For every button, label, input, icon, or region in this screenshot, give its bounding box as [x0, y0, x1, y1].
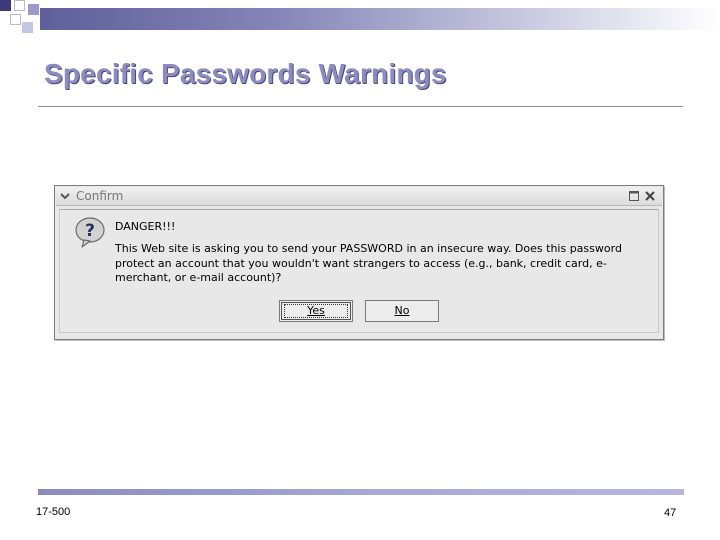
header-gradient-band	[40, 8, 720, 30]
dialog-titlebar[interactable]: Confirm	[56, 187, 662, 206]
course-number: 17-500	[36, 506, 71, 518]
slide-title: Specific Passwords Warnings	[44, 58, 447, 89]
deco-square	[10, 14, 21, 25]
chevron-down-icon[interactable]	[59, 190, 71, 202]
yes-button[interactable]: Yes	[279, 300, 353, 322]
no-button[interactable]: No	[365, 300, 439, 322]
page-number: 47	[664, 507, 677, 519]
svg-text:?: ?	[85, 221, 95, 241]
deco-square	[22, 22, 33, 33]
focus-ring	[284, 304, 348, 318]
close-icon[interactable]	[644, 190, 656, 202]
deco-square	[14, 0, 25, 11]
deco-square	[0, 0, 11, 11]
dialog-title: Confirm	[76, 189, 124, 203]
title-divider	[38, 106, 683, 107]
footer-bar	[38, 489, 684, 495]
dialog-heading: DANGER!!!	[115, 220, 176, 233]
deco-square	[28, 4, 39, 15]
question-icon: ?	[75, 217, 105, 248]
maximize-icon[interactable]	[628, 190, 640, 202]
dialog-message: This Web site is asking you to send your…	[115, 242, 622, 284]
no-button-label: No	[394, 304, 410, 317]
